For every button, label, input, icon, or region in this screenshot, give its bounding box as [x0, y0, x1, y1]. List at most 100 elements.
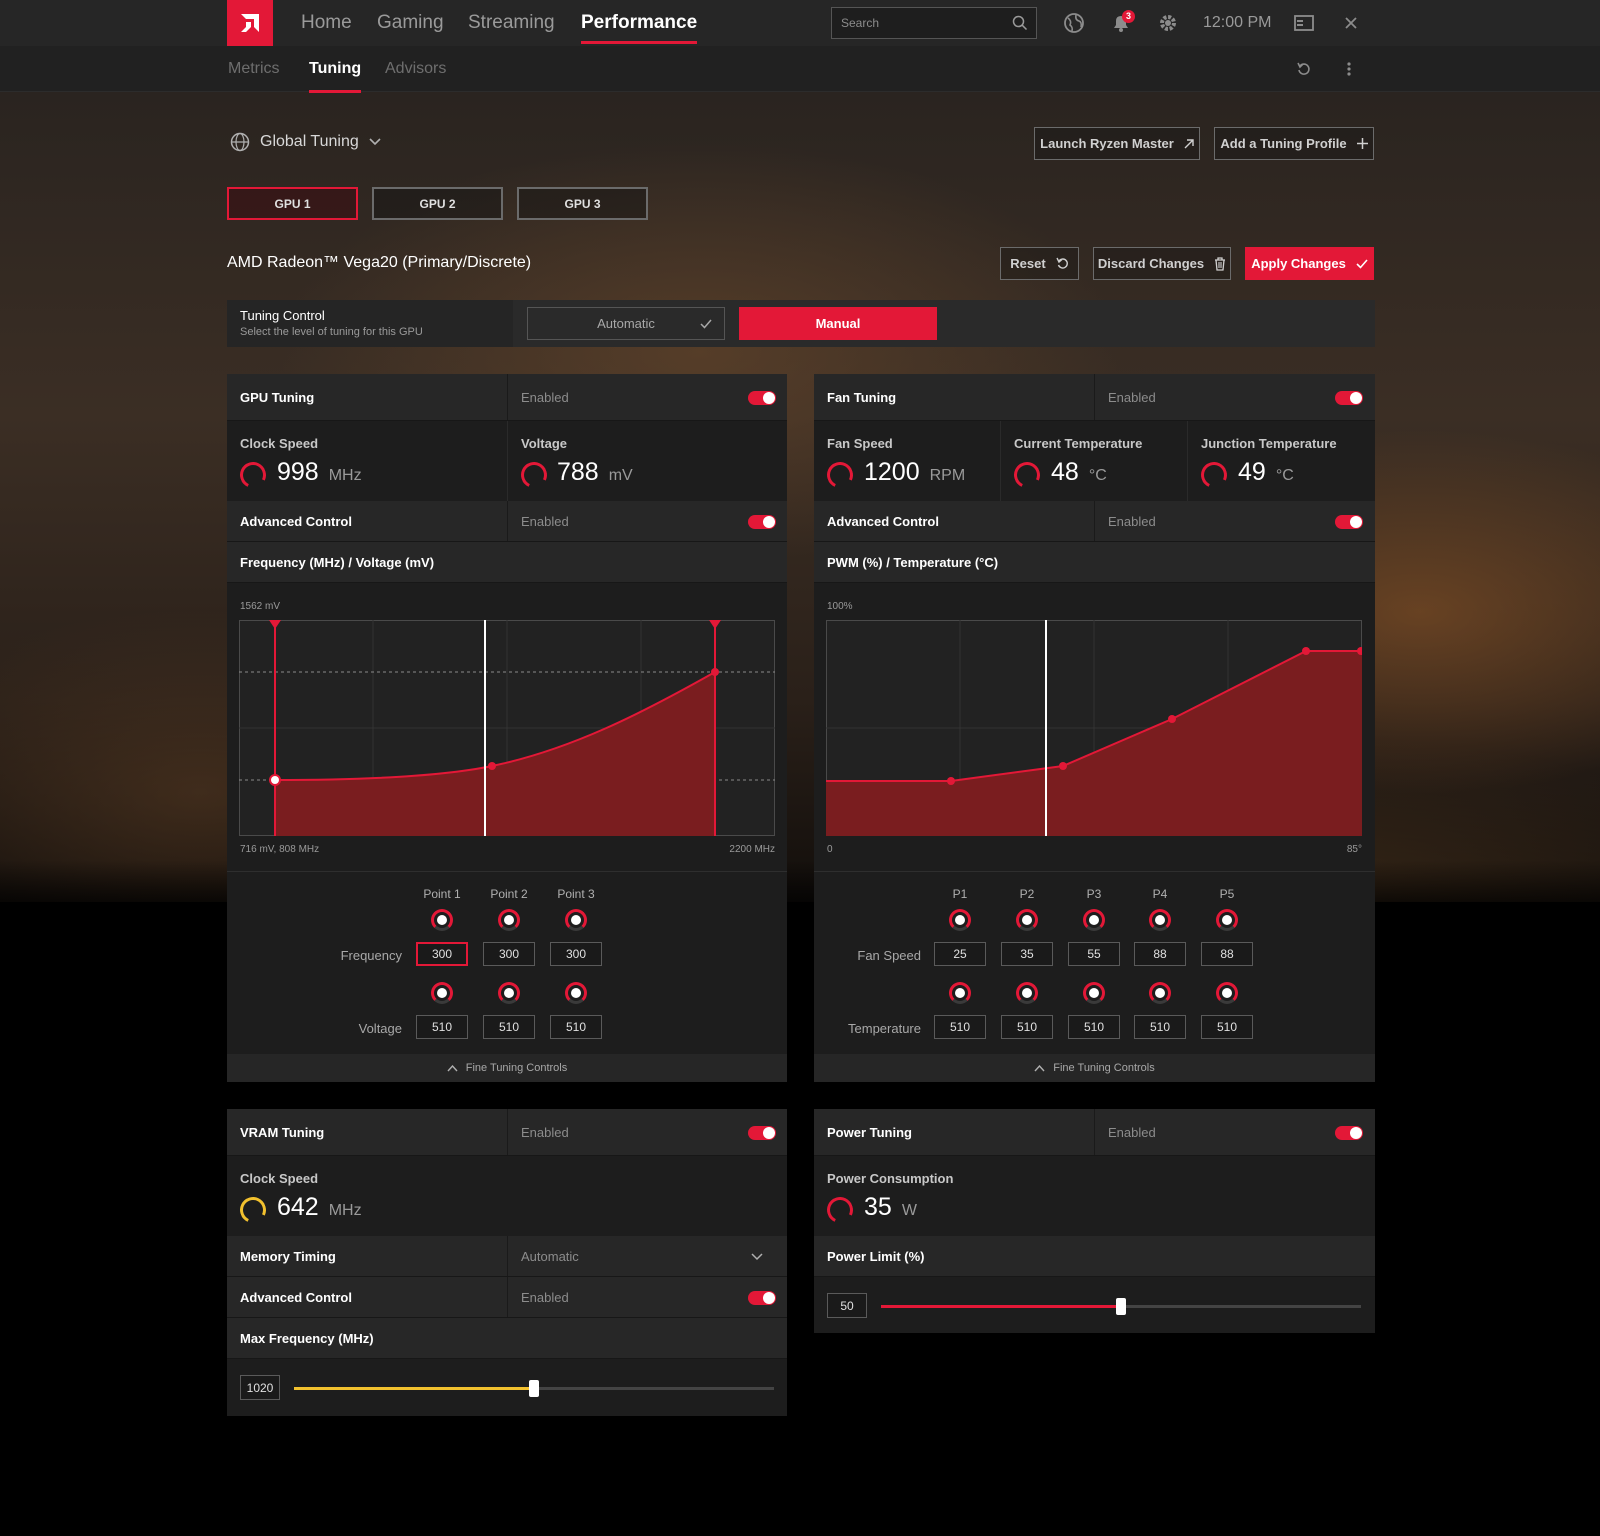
nav-streaming[interactable]: Streaming	[468, 0, 555, 46]
gpu-chart-title: Frequency (MHz) / Voltage (mV)	[240, 555, 435, 570]
point-3-voltage-knob[interactable]	[565, 982, 587, 1004]
tab-metrics[interactable]: Metrics	[228, 60, 280, 78]
global-tuning-dropdown[interactable]: Global Tuning	[230, 132, 381, 152]
power-tuning-toggle[interactable]	[1335, 1126, 1363, 1140]
p5-fan-speed-input[interactable]: 88	[1201, 942, 1253, 966]
gpu-fine-tuning-toggle[interactable]: Fine Tuning Controls	[227, 1054, 787, 1082]
power-limit-slider-thumb[interactable]	[1116, 1298, 1126, 1315]
junction-temperature-metric: 49 °C	[1238, 458, 1294, 487]
close-icon[interactable]	[1340, 12, 1362, 34]
undo-icon[interactable]	[1296, 61, 1312, 77]
p1-temperature-knob[interactable]	[949, 982, 971, 1004]
power-limit-slider[interactable]	[881, 1298, 1361, 1315]
point-1-frequency-input[interactable]: 300	[416, 942, 468, 966]
gpu-advanced-control-toggle[interactable]	[748, 515, 776, 529]
p4-temperature-input[interactable]: 510	[1134, 1015, 1186, 1039]
automatic-button[interactable]: Automatic	[527, 307, 725, 340]
plus-icon	[1356, 138, 1368, 149]
point-3-voltage-input[interactable]: 510	[550, 1015, 602, 1039]
p1-fan-speed-knob[interactable]	[949, 909, 971, 931]
reset-label: Reset	[1010, 256, 1046, 271]
p2-temperature-input[interactable]: 510	[1001, 1015, 1053, 1039]
point-3-frequency-input[interactable]: 300	[550, 942, 602, 966]
p5-label: P5	[1219, 887, 1235, 901]
point-2-frequency-knob[interactable]	[498, 909, 520, 931]
launch-ryzen-master-button[interactable]: Launch Ryzen Master	[1034, 127, 1200, 160]
point-1-voltage-knob[interactable]	[431, 982, 453, 1004]
gpu-advanced-control-status: Enabled	[521, 514, 569, 529]
trash-icon	[1215, 256, 1226, 271]
point-3-label: Point 3	[557, 887, 595, 901]
gpu-tab-3[interactable]: GPU 3	[517, 187, 648, 220]
memory-timing-dropdown[interactable]: Automatic	[507, 1236, 787, 1277]
tab-advisors[interactable]: Advisors	[385, 60, 446, 78]
p4-temperature-knob[interactable]	[1149, 982, 1171, 1004]
current-temperature-value: 48	[1051, 458, 1079, 486]
point-2-voltage-knob[interactable]	[498, 982, 520, 1004]
p3-temperature-input[interactable]: 510	[1068, 1015, 1120, 1039]
gpu-tab-1[interactable]: GPU 1	[227, 187, 358, 220]
voltage-value: 788	[557, 458, 599, 486]
p5-temperature-input[interactable]: 510	[1201, 1015, 1253, 1039]
point-2-frequency-input[interactable]: 300	[483, 942, 535, 966]
point-1-frequency-knob[interactable]	[431, 909, 453, 931]
p2-fan-speed-knob[interactable]	[1016, 909, 1038, 931]
power-limit-input[interactable]: 50	[827, 1293, 867, 1318]
p5-fan-speed-knob[interactable]	[1216, 909, 1238, 931]
check-icon	[1356, 258, 1368, 269]
p3-temperature-knob[interactable]	[1083, 982, 1105, 1004]
reset-button[interactable]: Reset	[1000, 247, 1079, 280]
p1-fan-speed-input[interactable]: 25	[934, 942, 986, 966]
p4-fan-speed-knob[interactable]	[1149, 909, 1171, 931]
gpu-tuning-toggle[interactable]	[748, 391, 776, 405]
nav-home[interactable]: Home	[301, 0, 352, 46]
p2-temperature-knob[interactable]	[1016, 982, 1038, 1004]
max-frequency-slider-thumb[interactable]	[529, 1380, 539, 1397]
point-2-voltage-input[interactable]: 510	[483, 1015, 535, 1039]
point-3-frequency-knob[interactable]	[565, 909, 587, 931]
window-icon[interactable]	[1293, 12, 1315, 34]
gpu-advanced-control-row: Advanced Control Enabled	[227, 501, 787, 542]
fan-fine-tuning-toggle[interactable]: Fine Tuning Controls	[814, 1054, 1375, 1082]
chevron-down-icon	[751, 1253, 763, 1261]
p5-temperature-knob[interactable]	[1216, 982, 1238, 1004]
more-options-icon[interactable]	[1346, 61, 1352, 77]
discard-changes-button[interactable]: Discard Changes	[1093, 247, 1231, 280]
search-input[interactable]: Search	[831, 7, 1037, 39]
p2-fan-speed-input[interactable]: 35	[1001, 942, 1053, 966]
p4-fan-speed-input[interactable]: 88	[1134, 942, 1186, 966]
nav-performance[interactable]: Performance	[581, 0, 698, 46]
p1-temperature-input[interactable]: 510	[934, 1015, 986, 1039]
check-icon	[700, 319, 712, 329]
vram-advanced-control-toggle[interactable]	[748, 1291, 776, 1305]
nav-gaming[interactable]: Gaming	[377, 0, 444, 46]
gpu-tab-2[interactable]: GPU 2	[372, 187, 503, 220]
tab-tuning[interactable]: Tuning	[309, 60, 362, 93]
junction-temperature-unit: °C	[1275, 467, 1294, 484]
memory-timing-row: Memory Timing Automatic	[227, 1236, 787, 1277]
max-frequency-slider[interactable]	[294, 1380, 774, 1397]
clock-speed-value: 998	[277, 458, 319, 486]
manual-button[interactable]: Manual	[739, 307, 937, 340]
max-frequency-input[interactable]: 1020	[240, 1375, 280, 1400]
power-consumption-label: Power Consumption	[827, 1171, 954, 1186]
point-1-voltage-input[interactable]: 510	[416, 1015, 468, 1039]
vram-clock-speed-label: Clock Speed	[240, 1171, 319, 1186]
p3-fan-speed-input[interactable]: 55	[1068, 942, 1120, 966]
p3-fan-speed-knob[interactable]	[1083, 909, 1105, 931]
p1-label: P1	[952, 887, 968, 901]
vram-tuning-panel: VRAM Tuning Enabled Clock Speed 642 MHz …	[227, 1109, 787, 1416]
power-tuning-status: Enabled	[1108, 1125, 1156, 1140]
gpu-frequency-voltage-chart[interactable]	[239, 620, 775, 836]
gpu-chart-x-right: 2200 MHz	[729, 844, 775, 855]
globe-icon[interactable]	[1063, 12, 1085, 34]
gear-icon[interactable]	[1157, 12, 1179, 34]
fan-tuning-toggle[interactable]	[1335, 391, 1363, 405]
amd-logo-icon[interactable]	[227, 0, 273, 46]
fan-pwm-temperature-chart[interactable]	[826, 620, 1362, 836]
add-tuning-profile-button[interactable]: Add a Tuning Profile	[1214, 127, 1374, 160]
vram-tuning-toggle[interactable]	[748, 1126, 776, 1140]
apply-changes-button[interactable]: Apply Changes	[1245, 247, 1374, 280]
vram-tuning-header: VRAM Tuning Enabled	[227, 1109, 787, 1156]
fan-advanced-control-toggle[interactable]	[1335, 515, 1363, 529]
